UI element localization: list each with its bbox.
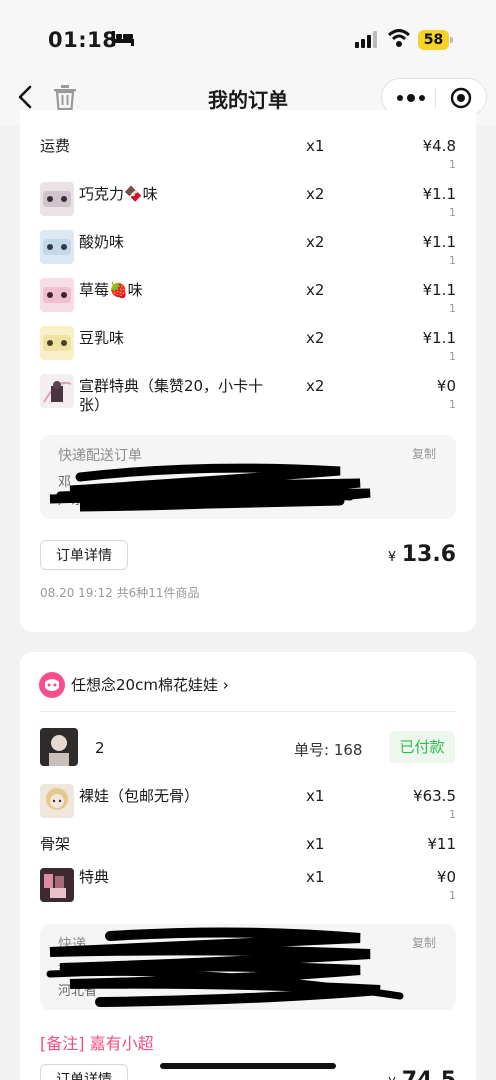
order-detail-button[interactable]: 订单详情	[40, 1064, 128, 1080]
product-sub: 1	[449, 398, 456, 411]
product-sub: 1	[449, 206, 456, 219]
product-price: ¥1.1	[422, 233, 456, 251]
order-number: 单号: 168	[294, 741, 363, 759]
product-sub: 1	[449, 889, 456, 902]
product-name: 豆乳味	[79, 329, 125, 347]
product-name: 巧克力🍫味	[79, 185, 158, 203]
battery-indicator: 58	[418, 30, 454, 50]
order-total: ¥ 13.6	[388, 542, 456, 567]
product-thumbnail	[40, 182, 74, 216]
product-thumbnail	[40, 374, 74, 408]
product-sub: 1	[449, 254, 456, 267]
bed-icon	[112, 31, 134, 46]
product-sub: 1	[449, 350, 456, 363]
product-qty: x2	[306, 233, 325, 251]
product-name: 裸娃（包邮无骨）	[79, 787, 200, 805]
order-card: 任想念20cm棉花娃娃 › 2 单号: 168 已付款 裸娃（包邮无骨） x1 …	[20, 652, 476, 1080]
product-price: ¥1.1	[422, 281, 456, 299]
product-qty: x1	[306, 868, 325, 886]
product-price: ¥63.5	[413, 787, 456, 805]
shipping-sub: 1	[449, 158, 456, 171]
shipping-label: 运费	[40, 137, 71, 155]
order-total: ¥ 74.5	[388, 1068, 456, 1080]
delivery-info: 快递配送订单 复制 邓 广东省 *	[40, 435, 456, 519]
product-price: ¥0	[436, 868, 456, 886]
buyer-count: 2	[95, 739, 105, 757]
product-name: 宣群特典（集赞20，小卡十张）	[79, 377, 264, 414]
product-qty: x2	[306, 185, 325, 203]
product-thumbnail	[40, 784, 74, 818]
product-sub: 1	[449, 302, 456, 315]
product-price: ¥0	[436, 377, 456, 395]
product-price: ¥11	[427, 835, 456, 853]
total-currency: ¥	[387, 550, 397, 565]
status-badge: 已付款	[389, 731, 455, 763]
redaction-scribble	[49, 463, 371, 512]
product-name: 酸奶味	[79, 233, 125, 251]
product-qty: x2	[306, 329, 325, 347]
order-meta: 08.20 19:12 共6种11件商品	[40, 586, 200, 600]
wifi-icon	[388, 29, 410, 47]
capsule-divider	[435, 88, 436, 108]
shop-logo-icon	[39, 672, 65, 698]
order-card: 运费 x1 ¥4.8 1 巧克力🍫味 x2 ¥1.1 1 酸奶味 x2 ¥1.1…	[20, 110, 476, 632]
product-qty: x2	[306, 281, 325, 299]
buyer-avatar	[40, 728, 78, 766]
product-thumbnail	[40, 326, 74, 360]
shipping-price: ¥4.8	[422, 137, 456, 155]
order-detail-button[interactable]: 订单详情	[40, 540, 128, 570]
total-amount: 74.5	[402, 1068, 456, 1080]
product-thumbnail	[40, 868, 74, 902]
redaction-scribble	[46, 927, 404, 1007]
total-currency: ¥	[388, 1076, 396, 1080]
product-name: 草莓🍓味	[79, 281, 143, 299]
product-sub: 1	[449, 808, 456, 821]
shop-name-link[interactable]: 任想念20cm棉花娃娃 ›	[71, 674, 229, 695]
battery-tip	[450, 37, 453, 43]
order-remark: [备注] 嘉有小超	[40, 1034, 154, 1053]
product-thumbnail	[40, 230, 74, 264]
product-price: ¥1.1	[422, 329, 456, 347]
product-name: 特典	[79, 868, 110, 886]
home-indicator	[160, 1063, 336, 1069]
product-name: 骨架	[40, 835, 71, 853]
product-thumbnail	[40, 278, 74, 312]
product-qty: x1	[306, 835, 325, 853]
battery-level: 58	[418, 30, 449, 50]
target-icon[interactable]	[450, 87, 472, 109]
divider	[40, 711, 456, 712]
shipping-qty: x1	[306, 137, 325, 155]
status-bar: 01:18 58	[0, 0, 496, 70]
status-time: 01:18	[48, 28, 118, 52]
delivery-info: 快递 复制 邓 河北省	[40, 924, 456, 1010]
product-qty: x2	[306, 377, 325, 395]
product-price: ¥1.1	[422, 185, 456, 203]
total-amount: 13.6	[401, 542, 456, 567]
more-icon[interactable]	[396, 91, 426, 105]
signal-icon	[355, 31, 377, 48]
product-qty: x1	[306, 787, 325, 805]
